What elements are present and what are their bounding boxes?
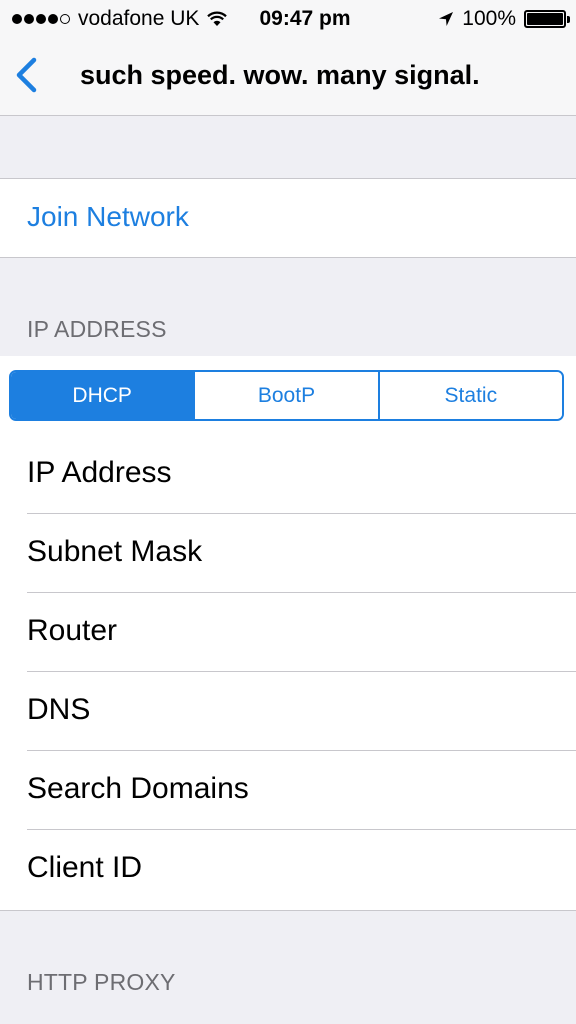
navigation-bar: such speed. wow. many signal. — [0, 40, 576, 116]
ip-settings-group: DHCP BootP Static IP Address Subnet Mask Rou… — [0, 356, 576, 911]
row-label: IP Address — [27, 456, 172, 489]
top-bar: vodafone UK 09:47 pm 100% such speed. wo… — [0, 0, 576, 116]
settings-row-ip-address[interactable]: IP Address — [0, 435, 576, 514]
row-label: DNS — [27, 693, 91, 726]
row-label: Search Domains — [27, 772, 249, 805]
status-right: 100% — [438, 7, 570, 31]
settings-row-dns[interactable]: DNS — [0, 672, 576, 751]
location-arrow-icon — [439, 12, 454, 26]
battery-nub — [567, 16, 570, 23]
join-network-button[interactable]: Join Network — [27, 201, 189, 233]
page-title: such speed. wow. many signal. — [80, 60, 480, 90]
row-label: Subnet Mask — [27, 535, 203, 568]
settings-row-client-id[interactable]: Client ID — [0, 830, 576, 909]
ip-address-section-header: IP ADDRESS — [27, 316, 167, 342]
settings-row-search-domains[interactable]: Search Domains — [0, 751, 576, 830]
http-proxy-section-header: HTTP PROXY — [27, 969, 176, 995]
segment-static[interactable]: Static — [377, 372, 562, 419]
settings-row-router[interactable]: Router — [0, 593, 576, 672]
battery-fill — [527, 13, 563, 25]
row-label: Router — [27, 614, 118, 647]
settings-row-subnet-mask[interactable]: Subnet Mask — [0, 514, 576, 593]
back-button[interactable] — [10, 54, 46, 98]
signal-dot — [12, 14, 22, 24]
segment-dhcp[interactable]: DHCP — [11, 372, 194, 419]
status-bar: vodafone UK 09:47 pm 100% — [0, 0, 576, 38]
row-label: Client ID — [27, 851, 143, 884]
join-network-group: Join Network — [0, 178, 576, 258]
signal-dot — [24, 14, 34, 24]
segment-bootp[interactable]: BootP — [193, 372, 378, 419]
battery-icon — [524, 10, 570, 28]
battery-percent: 100% — [462, 7, 516, 30]
chevron-left-icon — [16, 57, 37, 93]
ip-mode-segmented-control: DHCP BootP Static — [9, 370, 564, 421]
